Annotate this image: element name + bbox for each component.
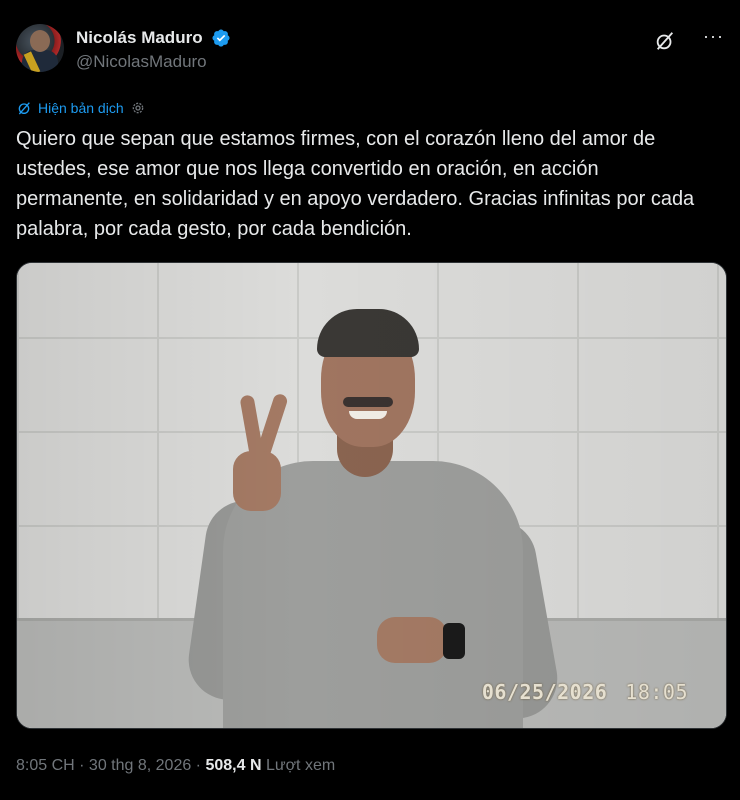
photo-time: 18:05 [625, 680, 688, 704]
author-display-name[interactable]: Nicolás Maduro [76, 28, 203, 48]
tweet-header: Nicolás Maduro @NicolasMaduro ··· [16, 18, 724, 72]
gear-icon[interactable] [130, 100, 146, 116]
photo-datestamp: 06/25/2026 18:05 [482, 680, 688, 704]
verified-badge-icon [212, 29, 230, 47]
translate-icon [18, 102, 30, 115]
author-names: Nicolás Maduro @NicolasMaduro [76, 28, 231, 72]
show-translation-link[interactable]: Hiện bản dịch [16, 97, 146, 119]
views-count: 508,4 N [205, 757, 262, 774]
meta-separator: · [191, 757, 206, 774]
tweet-time[interactable]: 8:05 CH [16, 757, 75, 774]
avatar[interactable] [16, 24, 64, 72]
meta-separator: · [74, 757, 89, 774]
tweet-date[interactable]: 30 thg 8, 2026 [89, 757, 191, 774]
tweet-photo[interactable]: 06/25/2026 18:05 [16, 262, 727, 729]
photo-date: 06/25/2026 [481, 680, 608, 704]
photo-shading [17, 263, 726, 728]
tweet-meta: 8:05 CH · 30 thg 8, 2026 · 508,4 N Lượt … [16, 757, 335, 775]
views-label: Lượt xem [265, 757, 336, 774]
avatar-head [30, 30, 50, 52]
more-options-icon[interactable]: ··· [696, 27, 724, 52]
tweet-text: Quiero que sepan que estamos firmes, con… [16, 128, 695, 240]
author-handle[interactable]: @NicolasMaduro [76, 52, 231, 72]
grok-icon[interactable] [654, 30, 676, 52]
show-translation-label: Hiện bản dịch [38, 100, 124, 116]
